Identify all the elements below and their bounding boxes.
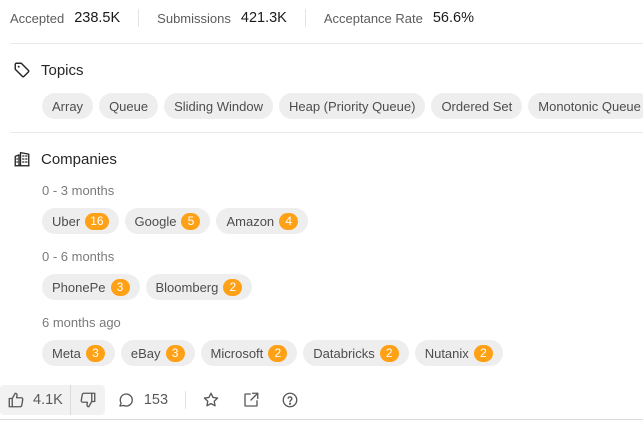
company-tag-meta[interactable]: Meta 3 (42, 340, 115, 366)
question-circle-icon (282, 392, 298, 408)
topic-tag[interactable]: Queue (99, 93, 159, 119)
tag-icon (14, 62, 30, 78)
comment-count: 153 (143, 392, 169, 408)
period-label: 0 - 6 months (42, 249, 115, 264)
count-badge: 4 (279, 212, 299, 230)
action-bar: 4.1K 153 (0, 385, 643, 415)
company-name: Microsoft (210, 345, 264, 361)
comment-icon (119, 393, 133, 407)
topics-header[interactable]: Topics (13, 61, 84, 79)
company-group-6-months-ago: Meta 3 eBay 3 Microsoft 2 Databricks 2 N… (42, 340, 503, 366)
thumbs-up-icon (8, 392, 24, 408)
count-badge: 3 (85, 344, 105, 362)
vote-group: 4.1K (0, 385, 105, 415)
favorite-button[interactable] (202, 391, 220, 409)
divider (185, 391, 187, 409)
count-badge: 2 (223, 278, 243, 296)
help-button[interactable] (281, 391, 299, 409)
company-tag-nutanix[interactable]: Nutanix 2 (414, 340, 503, 366)
count-badge: 2 (379, 344, 399, 362)
thumbs-down-icon (80, 392, 96, 408)
company-group-0-6-months: PhonePe 3 Bloomberg 2 (42, 274, 253, 300)
like-count: 4.1K (33, 392, 63, 408)
company-name: eBay (130, 345, 161, 361)
company-name: Uber (52, 213, 81, 229)
company-name: Bloomberg (155, 279, 219, 295)
section-divider (10, 43, 643, 44)
dislike-button[interactable] (69, 385, 105, 415)
count-badge: 5 (181, 212, 201, 230)
star-icon (203, 392, 219, 407)
divider (304, 9, 306, 27)
count-badge: 2 (473, 344, 493, 362)
stat-acceptance-rate: Acceptance Rate 56.6% (324, 10, 474, 26)
companies-header[interactable]: Companies (13, 150, 117, 168)
stat-label: Submissions (157, 10, 231, 26)
like-button[interactable]: 4.1K (0, 385, 70, 415)
divider (138, 9, 140, 27)
company-tag-amazon[interactable]: Amazon 4 (216, 208, 309, 234)
company-tag-google[interactable]: Google 5 (124, 208, 211, 234)
topic-tag[interactable]: Monotonic Queue (528, 93, 643, 119)
topic-tag[interactable]: Ordered Set (431, 93, 523, 119)
count-badge: 16 (85, 212, 109, 230)
comments-button[interactable]: 153 (117, 391, 168, 409)
stat-value: 421.3K (240, 10, 287, 26)
stats-row: Accepted 238.5K Submissions 421.3K Accep… (10, 9, 474, 27)
count-badge: 3 (165, 344, 185, 362)
company-tag-uber[interactable]: Uber 16 (42, 208, 119, 234)
stat-label: Accepted (10, 10, 65, 26)
company-tag-databricks[interactable]: Databricks 2 (303, 340, 409, 366)
building-icon (14, 151, 30, 167)
stat-value: 238.5K (74, 10, 121, 26)
company-name: Nutanix (424, 345, 469, 361)
panel-border (0, 419, 643, 420)
share-button[interactable] (242, 391, 260, 409)
company-tag-phonepe[interactable]: PhonePe 3 (42, 274, 140, 300)
section-divider (10, 132, 643, 133)
company-name: Amazon (226, 213, 275, 229)
external-link-icon (244, 392, 259, 407)
stat-submissions: Submissions 421.3K (157, 10, 287, 26)
company-group-0-3-months: Uber 16 Google 5 Amazon 4 (42, 208, 309, 234)
company-name: PhonePe (52, 279, 106, 295)
count-badge: 3 (110, 278, 130, 296)
company-tag-ebay[interactable]: eBay 3 (120, 340, 195, 366)
count-badge: 2 (268, 344, 288, 362)
company-name: Databricks (313, 345, 375, 361)
company-tag-microsoft[interactable]: Microsoft 2 (200, 340, 298, 366)
company-name: Google (134, 213, 177, 229)
stat-label: Acceptance Rate (323, 10, 423, 26)
company-tag-bloomberg[interactable]: Bloomberg 2 (145, 274, 253, 300)
period-label: 6 months ago (42, 315, 121, 330)
companies-title: Companies (41, 150, 117, 168)
company-name: Meta (52, 345, 81, 361)
stat-value: 56.6% (432, 10, 474, 26)
topic-tag[interactable]: Heap (Priority Queue) (278, 93, 426, 119)
stat-accepted: Accepted 238.5K (10, 10, 120, 26)
topic-tags: Array Queue Sliding Window Heap (Priorit… (42, 93, 643, 119)
period-label: 0 - 3 months (42, 183, 115, 198)
topic-tag[interactable]: Array (42, 93, 94, 119)
topic-tag[interactable]: Sliding Window (164, 93, 273, 119)
topics-title: Topics (41, 61, 84, 79)
